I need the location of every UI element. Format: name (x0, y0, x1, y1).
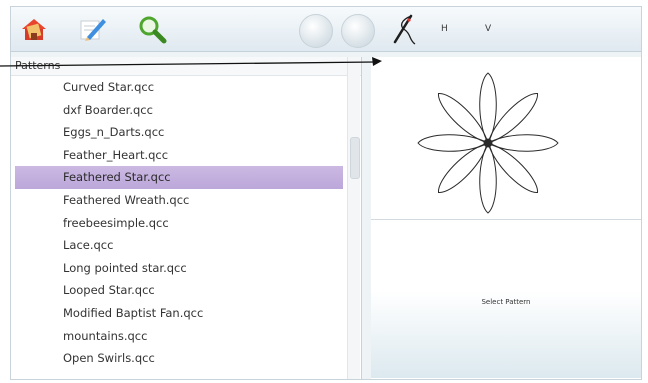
callout-arrow (0, 57, 382, 67)
